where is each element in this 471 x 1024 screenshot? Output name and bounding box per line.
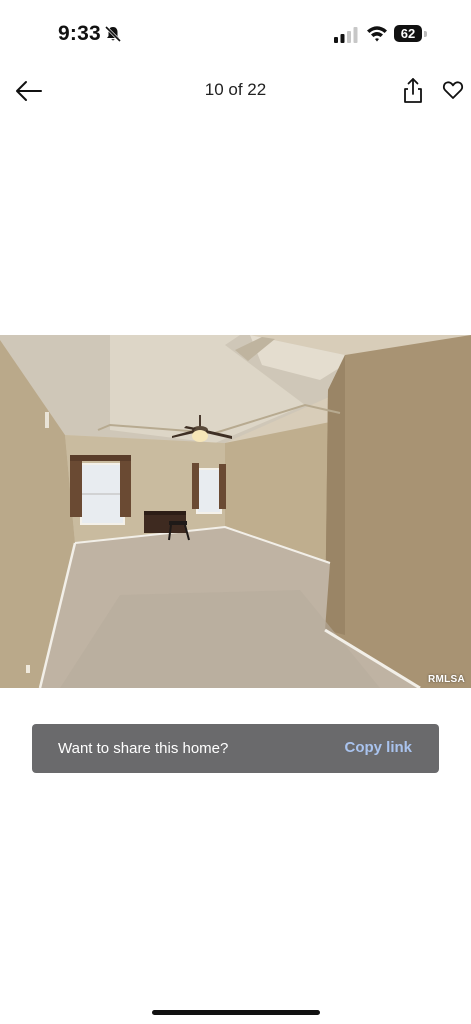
share-message: Want to share this home? xyxy=(58,740,229,757)
status-bar: 9:33 62 xyxy=(0,0,471,70)
home-indicator[interactable] xyxy=(152,1010,320,1015)
battery-icon: 62 xyxy=(394,25,428,43)
copy-link-button[interactable]: Copy link xyxy=(344,739,412,756)
status-time: 9:33 xyxy=(58,22,101,45)
photo-watermark: RMLSA xyxy=(427,674,465,685)
photo-counter: 10 of 22 xyxy=(204,80,267,99)
cellular-signal-icon xyxy=(334,27,358,43)
photo-gallery-header: 10 of 22 xyxy=(0,70,471,112)
bell-slash-icon xyxy=(104,25,122,43)
room-photo-illustration xyxy=(0,335,471,688)
heart-icon[interactable] xyxy=(442,79,464,101)
listing-photo[interactable]: RMLSA xyxy=(0,335,471,688)
share-icon[interactable] xyxy=(402,76,424,104)
battery-level: 62 xyxy=(400,26,416,41)
wifi-icon xyxy=(367,26,387,42)
share-toast: Want to share this home? Copy link xyxy=(32,724,439,773)
